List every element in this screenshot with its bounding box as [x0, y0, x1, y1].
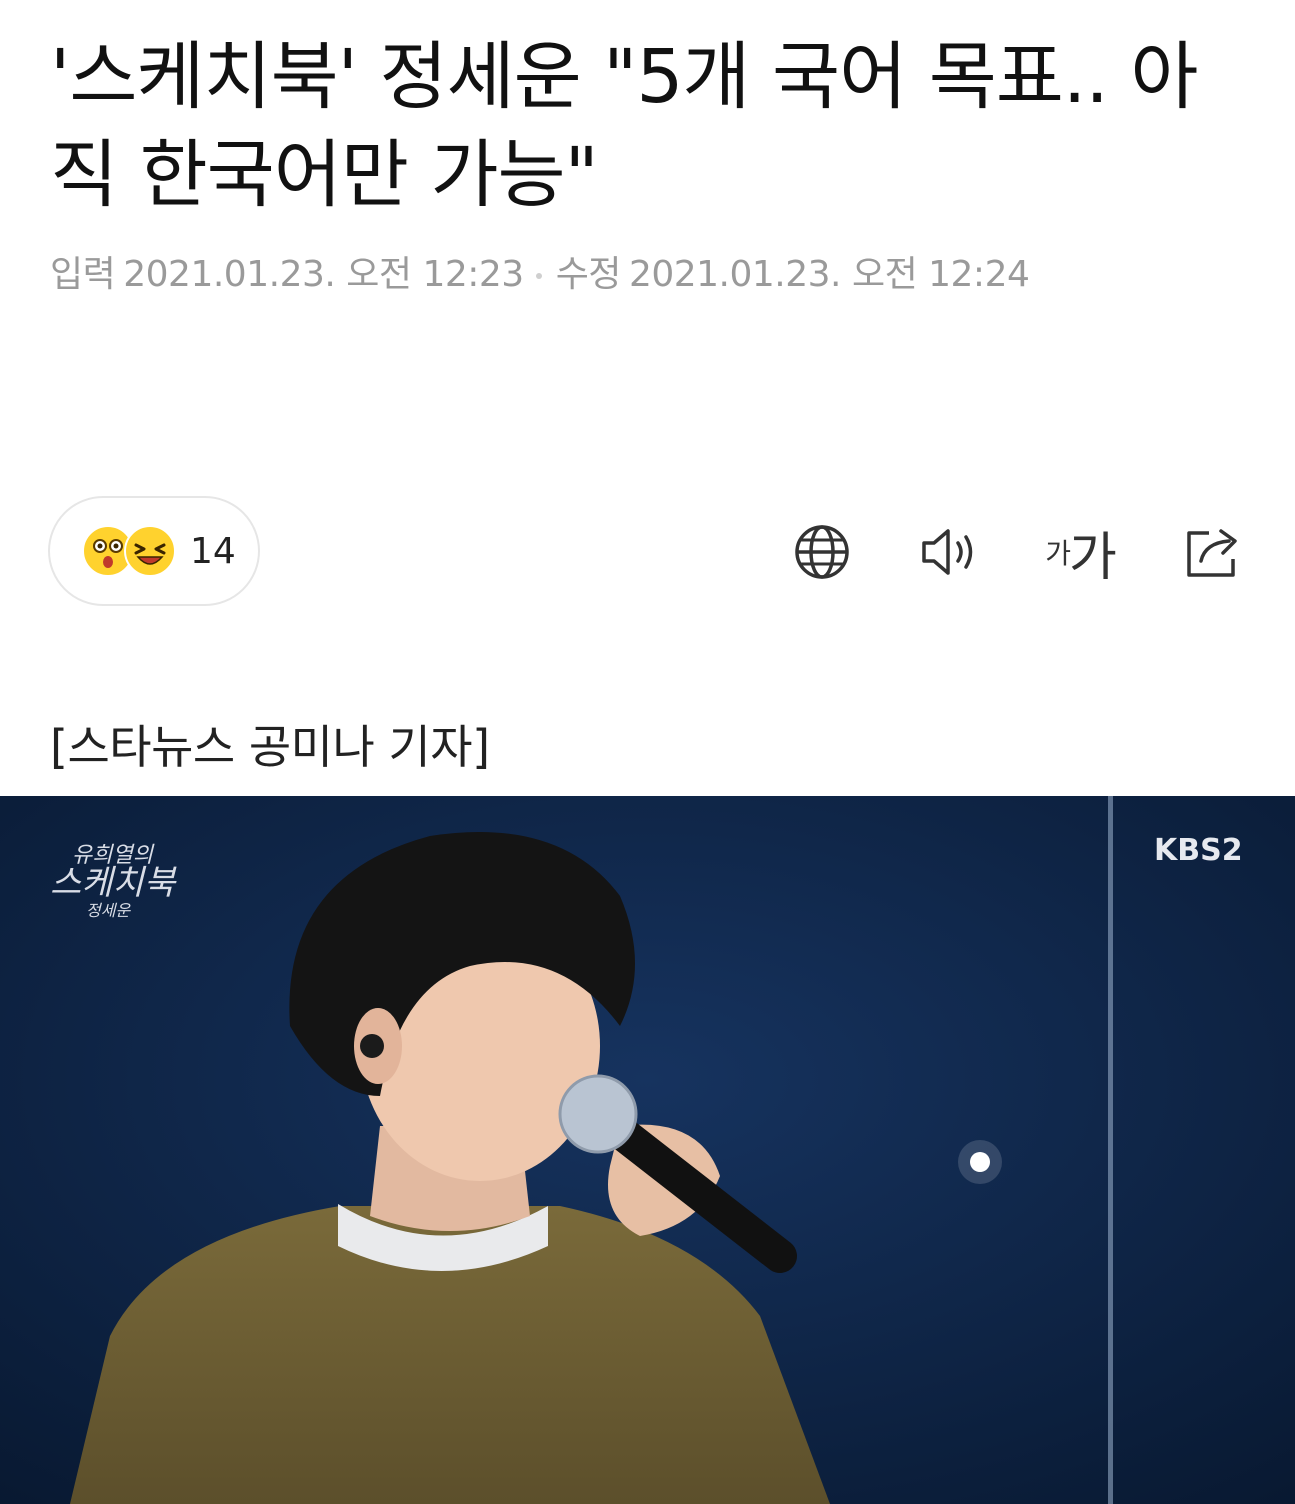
modified-label: 수정: [555, 254, 622, 295]
program-logo-line3: 정세운: [86, 901, 131, 920]
globe-icon: [795, 525, 849, 579]
text-to-speech-button[interactable]: [918, 520, 982, 584]
translate-button[interactable]: [790, 520, 854, 584]
published-label: 입력: [50, 254, 116, 295]
article-photo: 유희열의 스케치북 정세운 KBS2: [0, 796, 1295, 1504]
speaker-icon: [922, 529, 973, 575]
reaction-count: 14: [190, 530, 236, 572]
meta-separator-dot: [535, 273, 542, 279]
share-icon: [1187, 529, 1237, 577]
laughing-face-icon: [124, 525, 176, 577]
share-button[interactable]: [1182, 520, 1246, 584]
article-headline: '스케치북' 정세운 "5개 국어 목표.. 아직 한국어만 가능": [50, 34, 1199, 218]
font-size-large-label: 가: [1068, 527, 1117, 588]
article-byline: [스타뉴스 공미나 기자]: [50, 720, 490, 774]
font-size-small-label: 가: [1045, 537, 1071, 570]
font-size-button[interactable]: 가가: [1040, 520, 1120, 588]
modified-time: 2021.01.23. 오전 12:24: [628, 254, 1030, 295]
stage-performance-image: 유희열의 스케치북 정세운 KBS2: [0, 796, 1295, 1504]
article-timestamps: 입력 2021.01.23. 오전 12:23 수정 2021.01.23. 오전 1…: [50, 250, 1030, 300]
reaction-button[interactable]: 14: [48, 496, 260, 606]
published-time: 2021.01.23. 오전 12:23: [123, 254, 524, 295]
broadcaster-logo: KBS2: [1154, 833, 1243, 868]
in-ear-monitor: [360, 1034, 384, 1058]
stage-pole: [1108, 796, 1113, 1504]
program-logo-line2: 스케치북: [50, 863, 177, 903]
